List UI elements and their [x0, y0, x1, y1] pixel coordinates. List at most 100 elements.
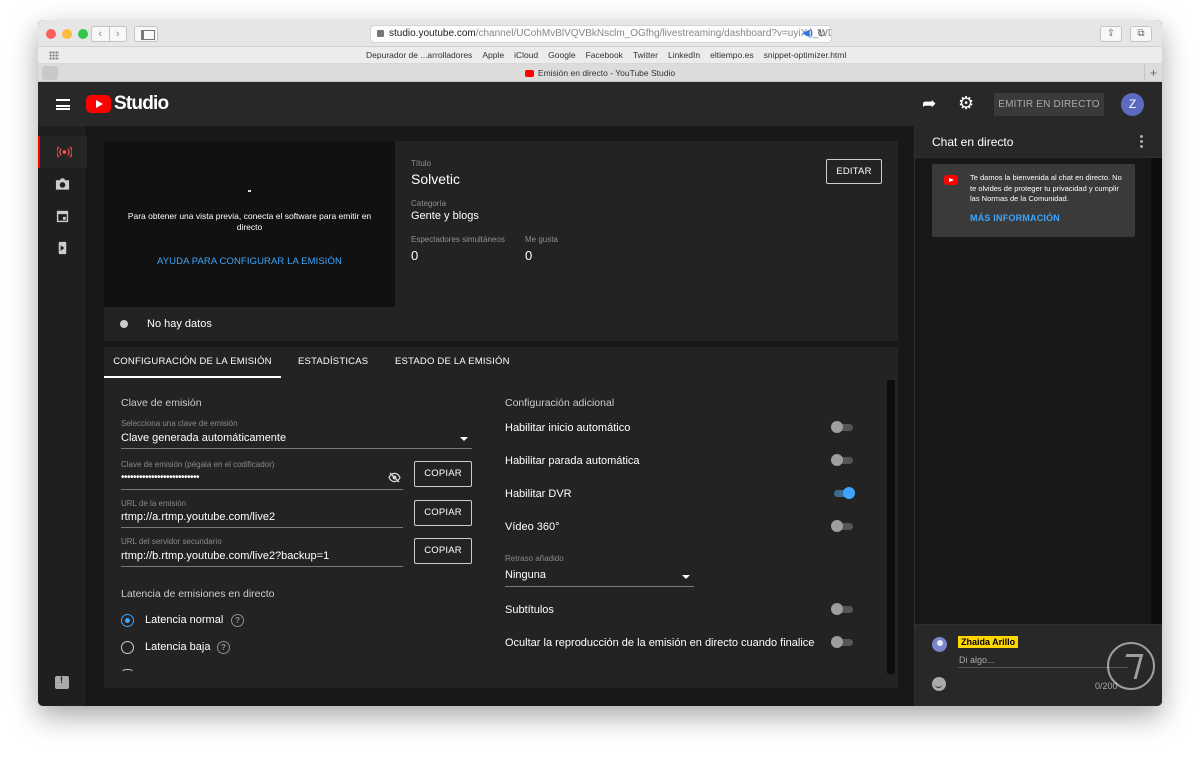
category-value: Gente y blogs: [411, 210, 479, 222]
copy-backup-url-button[interactable]: COPIAR: [414, 538, 472, 564]
bookmark-item[interactable]: Depurador de ...arrolladores: [366, 47, 472, 64]
zoom-window-button[interactable]: [78, 29, 88, 39]
bookmark-item[interactable]: Apple: [482, 47, 504, 64]
chat-user-name: Zhaida Arillo: [958, 636, 1019, 648]
title-value: Solvetic: [411, 171, 461, 187]
preview-message: Para obtener una vista previa, conecta e…: [127, 211, 372, 232]
more-info-link[interactable]: MÁS INFORMACIÓN: [970, 213, 1060, 223]
tab-stream-health[interactable]: ESTADO DE LA EMISIÓN: [395, 347, 510, 378]
stream-key-select-underline: [121, 448, 472, 449]
title-label: Título: [411, 159, 432, 168]
address-bar[interactable]: studio.youtube.com/channel/UCohMvBlVQVBk…: [370, 25, 832, 43]
hide-replay-toggle[interactable]: [831, 636, 855, 648]
show-tabs-icon[interactable]: ⧉: [1130, 26, 1152, 42]
latency-normal-radio[interactable]: [121, 614, 134, 627]
stream-url-underline: [121, 527, 403, 528]
bookmark-item[interactable]: Facebook: [586, 47, 623, 64]
auto-stop-toggle[interactable]: [831, 454, 855, 466]
bookmark-item[interactable]: Google: [548, 47, 575, 64]
additional-settings-title: Configuración adicional: [505, 397, 615, 409]
go-live-button[interactable]: EMITIR EN DIRECTO: [994, 93, 1104, 116]
menu-icon[interactable]: [56, 99, 70, 110]
edit-button[interactable]: EDITAR: [826, 159, 882, 184]
youtube-logo-icon[interactable]: [86, 95, 111, 113]
backup-url-field[interactable]: rtmp://b.rtmp.youtube.com/live2?backup=1: [121, 550, 329, 562]
chevron-down-icon[interactable]: [460, 437, 468, 441]
bookmark-item[interactable]: LinkedIn: [668, 47, 700, 64]
stream-url-label: URL de la emisión: [121, 499, 187, 508]
latency-normal-label[interactable]: Latencia normal: [145, 614, 223, 626]
minimize-window-button[interactable]: [62, 29, 72, 39]
auto-start-toggle[interactable]: [831, 421, 855, 433]
reload-icon[interactable]: ↻: [817, 26, 826, 42]
tab-title: Emisión en directo - YouTube Studio: [537, 68, 676, 78]
tab-analytics[interactable]: ESTADÍSTICAS: [298, 347, 368, 378]
new-tab-button[interactable]: +: [1144, 64, 1162, 82]
loading-icon: [248, 190, 251, 192]
latency-ultra-low-radio-partial[interactable]: [121, 669, 134, 675]
speaker-icon[interactable]: ◀): [802, 26, 813, 42]
help-circle-icon[interactable]: ?: [231, 614, 244, 627]
grid-icon[interactable]: [49, 51, 59, 60]
subtitles-toggle[interactable]: [831, 603, 855, 615]
chat-input-area: Zhaida Arillo Di algo... 0/200: [915, 624, 1162, 706]
more-options-icon[interactable]: [1140, 135, 1144, 149]
rail-item-stream[interactable]: [38, 136, 87, 168]
close-window-button[interactable]: [46, 29, 56, 39]
chat-scrollbar[interactable]: [1151, 158, 1162, 624]
rail-item-webcam[interactable]: [38, 168, 87, 200]
video-360-toggle[interactable]: [831, 520, 855, 532]
panel-scrollbar[interactable]: [887, 380, 895, 674]
stream-key-select-value[interactable]: Clave generada automáticamente: [121, 432, 286, 444]
bookmark-item[interactable]: iCloud: [514, 47, 538, 64]
share-icon[interactable]: ⇪: [1100, 26, 1122, 42]
chat-header: Chat en directo: [915, 126, 1162, 158]
chat-welcome-card: Te damos la bienvenida al chat en direct…: [932, 164, 1135, 237]
history-nav: ‹ ›: [91, 26, 127, 42]
latency-low-label[interactable]: Latencia baja: [145, 641, 210, 653]
copy-stream-key-button[interactable]: COPIAR: [414, 461, 472, 487]
bookmark-item[interactable]: snippet-optimizer.html: [764, 47, 847, 64]
back-icon[interactable]: ‹: [92, 27, 110, 41]
subtitles-label: Subtítulos: [505, 604, 554, 616]
visibility-off-icon[interactable]: [388, 472, 401, 483]
backup-url-label: URL del servidor secundario: [121, 537, 222, 546]
studio-logo-text[interactable]: Studio: [114, 93, 169, 115]
forward-icon[interactable]: ›: [110, 27, 127, 41]
studio-header: Studio ➦ ⚙ EMITIR EN DIRECTO Z: [38, 82, 1162, 126]
chevron-down-icon[interactable]: [682, 575, 690, 579]
likes-value: 0: [525, 248, 533, 263]
rail-item-mobile[interactable]: [38, 232, 87, 264]
stream-url-field[interactable]: rtmp://a.rtmp.youtube.com/live2: [121, 511, 275, 523]
youtube-logo-icon: [944, 175, 958, 185]
setup-help-link[interactable]: AYUDA PARA CONFIGURAR LA EMISIÓN: [104, 256, 395, 267]
copy-stream-url-button[interactable]: COPIAR: [414, 500, 472, 526]
dvr-toggle[interactable]: [831, 487, 855, 499]
live-broadcast-icon: [57, 146, 72, 158]
stream-key-select-label: Selecciona una clave de emisión: [121, 419, 238, 428]
tab-stream-settings[interactable]: CONFIGURACIÓN DE LA EMISIÓN: [104, 347, 281, 378]
bookmarks-bar: Depurador de ...arrolladores Apple iCloud G…: [38, 47, 1162, 64]
category-label: Categoría: [411, 199, 447, 208]
emoji-icon[interactable]: [932, 677, 946, 691]
help-circle-icon[interactable]: ?: [217, 641, 230, 654]
avatar[interactable]: Z: [1121, 93, 1144, 116]
left-rail: [38, 126, 87, 706]
gear-icon[interactable]: ⚙: [958, 94, 976, 112]
stream-key-field[interactable]: ••••••••••••••••••••••••••: [121, 472, 200, 483]
stream-health-bar: No hay datos: [104, 307, 898, 341]
sidebar-toggle-icon[interactable]: [134, 26, 158, 42]
latency-low-radio[interactable]: [121, 641, 134, 654]
bookmark-list: Depurador de ...arrolladores Apple iCloud G…: [366, 47, 846, 64]
mobile-stream-icon: [58, 241, 67, 255]
settings-tabs: CONFIGURACIÓN DE LA EMISIÓN ESTADÍSTICAS…: [104, 347, 898, 378]
feedback-icon[interactable]: [55, 675, 69, 689]
bookmark-item[interactable]: eltiempo.es: [710, 47, 753, 64]
rail-item-calendar[interactable]: [38, 200, 87, 232]
bookmark-item[interactable]: Twitter: [633, 47, 658, 64]
chat-input[interactable]: Di algo...: [959, 655, 995, 665]
share-arrow-icon[interactable]: ➦: [922, 95, 940, 113]
delay-select-value[interactable]: Ninguna: [505, 569, 546, 581]
browser-tab[interactable]: Emisión en directo - YouTube Studio: [38, 64, 1162, 82]
likes-label: Me gusta: [525, 235, 558, 244]
